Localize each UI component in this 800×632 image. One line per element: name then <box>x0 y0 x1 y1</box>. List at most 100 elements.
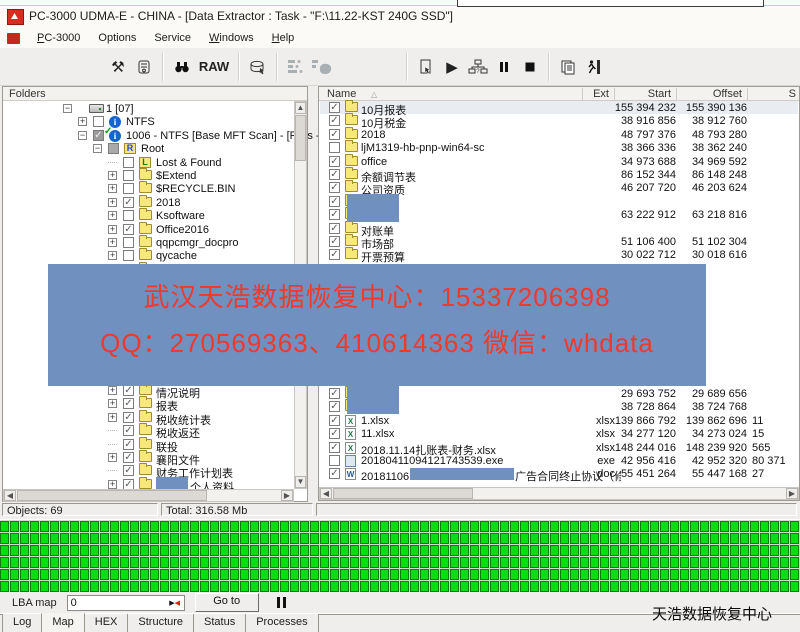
runner-icon[interactable] <box>581 54 607 80</box>
lba-map-cell[interactable] <box>720 533 729 544</box>
lba-map-cell[interactable] <box>420 545 429 556</box>
lba-map-cell[interactable] <box>590 557 599 568</box>
lba-map-cell[interactable] <box>540 533 549 544</box>
lba-map-cell[interactable] <box>370 569 379 580</box>
lba-map-cell[interactable] <box>730 581 739 592</box>
lba-map-cell[interactable] <box>790 557 799 568</box>
file-row[interactable]: ✓市场部51 106 40051 102 304 <box>320 235 798 248</box>
tree-item[interactable]: +✓Office2016 <box>3 223 291 236</box>
file-checkbox[interactable]: ✓ <box>329 415 340 426</box>
lba-map-cell[interactable] <box>640 533 649 544</box>
lba-map-cell[interactable] <box>380 569 389 580</box>
lba-map-cell[interactable] <box>590 569 599 580</box>
lba-map-cell[interactable] <box>660 557 669 568</box>
lba-map-cell[interactable] <box>360 581 369 592</box>
lba-map-cell[interactable] <box>520 521 529 532</box>
tab-status[interactable]: Status <box>193 614 246 632</box>
structure-gray-icon[interactable] <box>283 54 309 80</box>
tree-checkbox[interactable] <box>123 157 134 168</box>
file-checkbox[interactable]: ✓ <box>329 236 340 247</box>
lba-map-cell[interactable] <box>250 533 259 544</box>
lba-map-cell[interactable] <box>290 545 299 556</box>
lba-map-cell[interactable] <box>600 557 609 568</box>
file-checkbox[interactable]: ✓ <box>329 102 340 113</box>
lba-map-cell[interactable] <box>730 521 739 532</box>
lba-map-cell[interactable] <box>640 581 649 592</box>
tree-expander-icon[interactable]: + <box>108 225 117 234</box>
lba-map-cell[interactable] <box>770 533 779 544</box>
lba-map-cell[interactable] <box>170 569 179 580</box>
tab-log[interactable]: Log <box>2 614 42 632</box>
lba-map-cell[interactable] <box>110 581 119 592</box>
column-separator[interactable] <box>676 88 677 100</box>
lba-map-cell[interactable] <box>380 533 389 544</box>
lba-map-cell[interactable] <box>340 569 349 580</box>
lba-map-cell[interactable] <box>460 557 469 568</box>
lba-map-cell[interactable] <box>730 557 739 568</box>
lba-map-cell[interactable] <box>470 557 479 568</box>
lba-map-cell[interactable] <box>50 533 59 544</box>
lba-map-cell[interactable] <box>720 557 729 568</box>
lba-map-cell[interactable] <box>390 581 399 592</box>
lba-map-cell[interactable] <box>520 533 529 544</box>
lba-map-cell[interactable] <box>280 533 289 544</box>
lba-map-cell[interactable] <box>480 545 489 556</box>
lba-map-cell[interactable] <box>750 557 759 568</box>
lba-map-cell[interactable] <box>180 521 189 532</box>
tree-expander-icon[interactable]: + <box>108 386 117 395</box>
lba-map-cell[interactable] <box>420 581 429 592</box>
lba-map-cell[interactable] <box>290 521 299 532</box>
file-checkbox[interactable] <box>329 142 340 153</box>
lba-map-cell[interactable] <box>580 557 589 568</box>
lba-map-cell[interactable] <box>290 557 299 568</box>
lba-map-cell[interactable] <box>680 569 689 580</box>
column-separator[interactable] <box>582 88 583 100</box>
file-checkbox[interactable]: ✓ <box>329 182 340 193</box>
tree-checkbox[interactable] <box>108 143 119 154</box>
menu-item-help[interactable]: Help <box>263 30 304 46</box>
lba-map-cell[interactable] <box>570 557 579 568</box>
lba-map-cell[interactable] <box>550 581 559 592</box>
file-row[interactable]: 20180411094121743539.exeexe42 956 41642 … <box>320 454 798 467</box>
file-checkbox[interactable]: ✓ <box>329 115 340 126</box>
lba-map-cell[interactable] <box>230 557 239 568</box>
lba-map-cell[interactable] <box>580 581 589 592</box>
lba-map-cell[interactable] <box>430 581 439 592</box>
lba-map-cell[interactable] <box>370 521 379 532</box>
lba-map-cell[interactable] <box>70 557 79 568</box>
lba-map-cell[interactable] <box>470 569 479 580</box>
lba-map-cell[interactable] <box>690 569 699 580</box>
file-checkbox[interactable] <box>329 455 340 466</box>
file-row[interactable]: ✓X11.xlsxxlsx34 277 12034 273 02415 <box>320 427 798 440</box>
lba-map-cell[interactable] <box>790 521 799 532</box>
lba-map-cell[interactable] <box>720 521 729 532</box>
lba-map-cell[interactable] <box>690 545 699 556</box>
lba-map-cell[interactable] <box>160 557 169 568</box>
lba-map-cell[interactable] <box>420 557 429 568</box>
lba-map-cell[interactable] <box>260 545 269 556</box>
tree-item[interactable]: +iNTFS <box>3 115 291 128</box>
tree-checkbox[interactable] <box>123 170 134 181</box>
lba-map-cell[interactable] <box>70 521 79 532</box>
lba-map-cell[interactable] <box>330 581 339 592</box>
file-row[interactable]: ✓office34 973 68834 969 592 <box>320 155 798 168</box>
lba-map-cell[interactable] <box>450 521 459 532</box>
file-checkbox[interactable]: ✓ <box>329 401 340 412</box>
lba-map-cell[interactable] <box>180 545 189 556</box>
lba-map-cell[interactable] <box>60 521 69 532</box>
lba-map-cell[interactable] <box>280 545 289 556</box>
flowchart-icon[interactable]: ? <box>465 54 491 80</box>
blob-gray-icon[interactable] <box>309 54 335 80</box>
lba-map-cell[interactable] <box>170 557 179 568</box>
lba-map-cell[interactable] <box>0 557 9 568</box>
lba-map-cell[interactable] <box>440 581 449 592</box>
lba-map-cell[interactable] <box>500 557 509 568</box>
lba-map-cell[interactable] <box>100 557 109 568</box>
lba-map-cell[interactable] <box>520 581 529 592</box>
lba-map-cell[interactable] <box>280 521 289 532</box>
lba-map-cell[interactable] <box>250 545 259 556</box>
lba-map-cell[interactable] <box>40 569 49 580</box>
lba-map-cell[interactable] <box>730 545 739 556</box>
lba-map-cell[interactable] <box>40 545 49 556</box>
lba-map-cell[interactable] <box>700 533 709 544</box>
